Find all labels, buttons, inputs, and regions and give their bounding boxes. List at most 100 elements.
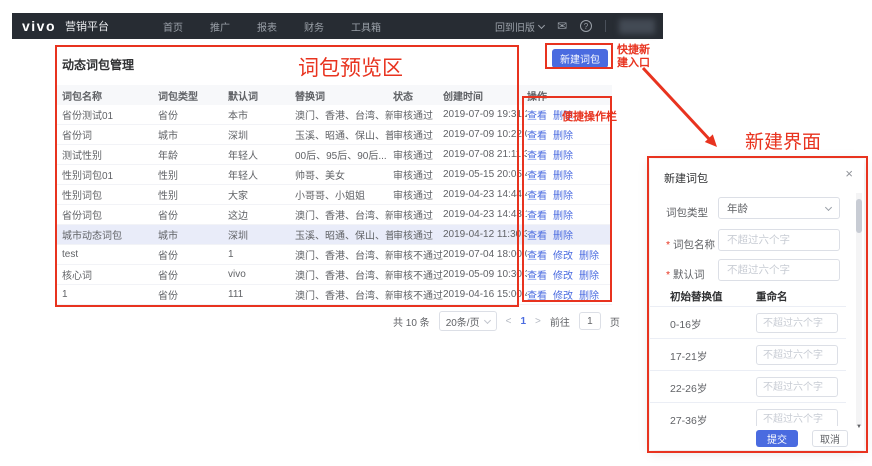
actions-cell: 查看 删除: [527, 127, 612, 142]
replace-words-cell: 澳门、香港、台湾、新疆..: [295, 211, 393, 222]
page-size-value: 20条/页: [445, 317, 480, 329]
view-link[interactable]: 查看: [527, 251, 547, 262]
nav-menu-item[interactable]: 报表: [257, 19, 277, 34]
status-badge: 审核不通过: [393, 251, 443, 262]
modal-scrollbar-thumb[interactable]: [856, 199, 862, 233]
help-icon[interactable]: ?: [580, 20, 592, 32]
current-page[interactable]: 1: [520, 316, 526, 327]
replace-words-cell: 玉溪、昭通、保山、普洱..: [295, 131, 393, 142]
wordpack-type-cell: 省份: [158, 211, 178, 222]
initial-value-column-header: 初始替换值: [670, 291, 723, 303]
rename-field-wrap: [756, 313, 838, 333]
user-account-blurred[interactable]: [619, 18, 655, 34]
edit-link[interactable]: 修改: [553, 291, 573, 302]
default-word-input[interactable]: [719, 260, 839, 280]
status-cell: 审核不通过: [393, 267, 443, 282]
edit-link[interactable]: 修改: [553, 251, 573, 262]
delete-link[interactable]: 删除: [553, 151, 573, 162]
wordpack-table: 词包名称 词包类型 默认词 替换词 状态 创建时间 操作 省份测试01 省份 本市 澳门、香港、台…: [57, 85, 612, 305]
actions-cell: 查看 修改 删除: [527, 247, 612, 262]
default-word-cell: 111: [228, 289, 244, 300]
nav-menu-item[interactable]: 首页: [163, 19, 183, 34]
status-cell: 审核通过: [393, 227, 443, 242]
wordpack-name-cell: 性别词包: [62, 191, 102, 202]
delete-link[interactable]: 删除: [553, 211, 573, 222]
view-link[interactable]: 查看: [527, 111, 547, 122]
status-badge: 审核通过: [393, 191, 433, 202]
delete-link[interactable]: 删除: [553, 131, 573, 142]
delete-link[interactable]: 删除: [579, 271, 599, 282]
delete-link[interactable]: 删除: [553, 231, 573, 242]
table-row[interactable]: 1 省份 111 澳门、香港、台湾、新疆..审核不通过2019-04-16 15:00…: [57, 285, 612, 305]
default-word-field-wrap: [718, 259, 840, 281]
default-word-cell: 年轻人: [228, 151, 258, 162]
rename-input[interactable]: [757, 378, 837, 396]
table-header-row: 词包名称 词包类型 默认词 替换词 状态 创建时间 操作: [57, 85, 612, 105]
nav-menu-item[interactable]: 工具箱: [351, 19, 381, 34]
table-row[interactable]: 省份词包 省份 这边 澳门、香港、台湾、新疆..审核通过 2019-04-23 14:4…: [57, 205, 612, 225]
delete-link[interactable]: 删除: [579, 291, 599, 302]
rename-input[interactable]: [757, 346, 837, 364]
default-word-cell: 这边: [228, 211, 248, 222]
wordpack-type-select[interactable]: 年龄: [718, 197, 840, 219]
rename-input[interactable]: [757, 314, 837, 332]
view-link[interactable]: 查看: [527, 231, 547, 242]
page-title: 动态词包管理: [62, 58, 135, 72]
replace-words-cell: 澳门、香港、台湾、新疆..: [295, 271, 393, 282]
delete-link[interactable]: 删除: [579, 251, 599, 262]
scrollbar-down-arrow[interactable]: ▼: [856, 424, 862, 430]
table-row[interactable]: 城市动态词包 城市 深圳 玉溪、昭通、保山、普洱..审核通过 2019-04-12 11…: [57, 225, 612, 245]
delete-link[interactable]: 删除: [553, 191, 573, 202]
status-cell: 审核通过: [393, 147, 443, 162]
view-link[interactable]: 查看: [527, 151, 547, 162]
close-icon[interactable]: ×: [845, 166, 853, 181]
actions-cell: 查看 删除: [527, 147, 612, 162]
new-wordpack-modal: 新建词包 × 词包类型 年龄 词包名称 默认词 初始替换值 重命名 0-16岁 1…: [650, 159, 864, 450]
wordpack-type-cell: 省份: [158, 111, 178, 122]
wordpack-name-field-wrap: [718, 229, 840, 251]
delete-link[interactable]: 删除: [553, 171, 573, 182]
initial-value-label: 17-21岁: [670, 351, 708, 363]
nav-menu-item[interactable]: 财务: [304, 19, 324, 34]
wordpack-name-input[interactable]: [719, 230, 839, 250]
edit-link[interactable]: 修改: [553, 271, 573, 282]
submit-button[interactable]: 提交: [756, 430, 798, 447]
view-link[interactable]: 查看: [527, 291, 547, 302]
status-badge: 审核不通过: [393, 271, 443, 282]
created-time-cell: 2019-04-23 14:43:15: [443, 209, 527, 220]
modal-title: 新建词包: [664, 173, 708, 185]
nav-menu-item[interactable]: 推广: [210, 19, 230, 34]
cancel-button[interactable]: 取消: [812, 430, 848, 447]
nav-menu: 首页 推广 报表 财务 工具箱: [163, 19, 381, 34]
quick-entry-line2: 建入口: [617, 57, 650, 69]
mail-icon[interactable]: ✉: [557, 19, 567, 33]
table-row[interactable]: 省份词 城市 深圳 玉溪、昭通、保山、普洱..审核通过 2019-07-09 10:22…: [57, 125, 612, 145]
view-link[interactable]: 查看: [527, 131, 547, 142]
nav-right: 回到旧版 ✉ ?: [495, 18, 655, 34]
table-row[interactable]: 核心词 省份 vivo 澳门、香港、台湾、新疆..审核不通过2019-05-09 10…: [57, 265, 612, 285]
view-link[interactable]: 查看: [527, 211, 547, 222]
default-word-cell: 大家: [228, 191, 248, 202]
prev-page-button[interactable]: <: [506, 316, 512, 327]
column-header: 词包类型: [158, 91, 198, 103]
table-row[interactable]: 性别词包01 性别 年轻人 帅哥、美女 审核通过 2019-05-15 20:05:42 查…: [57, 165, 612, 185]
new-wordpack-button[interactable]: 新建词包: [552, 49, 608, 68]
actions-cell: 查看 删除: [527, 167, 612, 182]
table-row[interactable]: test 省份 1 澳门、香港、台湾、新疆..审核不通过2019-07-04 18:0…: [57, 245, 612, 265]
delete-link[interactable]: 删除: [553, 111, 573, 122]
annotation-label-new-ui: 新建界面: [745, 132, 822, 153]
top-navbar: vivo 营销平台 首页 推广 报表 财务 工具箱 回到旧版 ✉ ?: [12, 13, 663, 39]
view-link[interactable]: 查看: [527, 171, 547, 182]
table-row[interactable]: 性别词包 性别 大家 小哥哥、小姐姐 审核通过 2019-04-23 14:44:42 查看…: [57, 185, 612, 205]
back-to-old-version[interactable]: 回到旧版: [495, 19, 545, 34]
table-row[interactable]: 测试性别 年龄 年轻人 00后、95后、90后... 审核通过 2019-07-08 21…: [57, 145, 612, 165]
next-page-button[interactable]: >: [535, 316, 541, 327]
page-size-select[interactable]: 20条/页: [438, 311, 497, 331]
created-time-cell: 2019-04-16 15:00:44: [443, 289, 527, 300]
view-link[interactable]: 查看: [527, 191, 547, 202]
goto-page-input[interactable]: [578, 312, 601, 330]
default-word-cell: 深圳: [228, 131, 248, 142]
replace-table-body: 0-16岁17-21岁22-26岁27-36岁: [650, 307, 846, 435]
table-row[interactable]: 省份测试01 省份 本市 澳门、香港、台湾、新疆..审核通过 2019-07-09 19…: [57, 105, 612, 125]
view-link[interactable]: 查看: [527, 271, 547, 282]
